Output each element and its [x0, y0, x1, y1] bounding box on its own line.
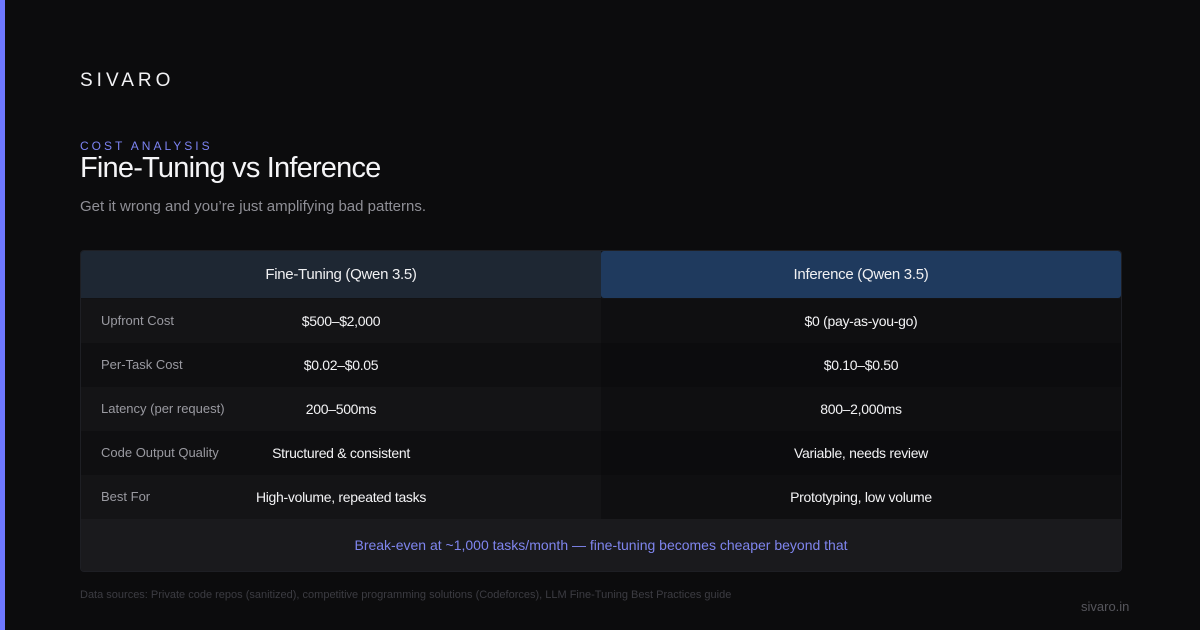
table-row: Per-Task Cost $0.02–$0.05 $0.10–$0.50: [81, 343, 1121, 387]
fine-tuning-value: $500–$2,000: [301, 313, 381, 329]
table-row: Code Output Quality Structured & consist…: [81, 431, 1121, 475]
table-body: Upfront Cost $500–$2,000 $0 (pay-as-you-…: [81, 299, 1121, 519]
page-title: Fine-Tuning vs Inference: [80, 152, 381, 184]
column-header-inference: Inference (Qwen 3.5): [601, 251, 1121, 298]
row-label: Per-Task Cost: [101, 357, 183, 372]
table-row: Latency (per request) 200–500ms 800–2,00…: [81, 387, 1121, 431]
row-label: Best For: [101, 489, 151, 504]
inference-value: 800–2,000ms: [820, 401, 902, 417]
brand-logo: SIVARO: [80, 70, 175, 91]
table-row: Upfront Cost $500–$2,000 $0 (pay-as-you-…: [81, 299, 1121, 343]
table-row: Best For High-volume, repeated tasks Pro…: [81, 475, 1121, 519]
page-subtitle: Get it wrong and you’re just amplifying …: [80, 198, 427, 215]
column-header-fine-tuning: Fine-Tuning (Qwen 3.5): [81, 251, 601, 298]
accent-bar: [0, 0, 5, 630]
inference-value: Variable, needs review: [794, 445, 928, 461]
fine-tuning-value: 200–500ms: [305, 401, 377, 417]
row-label: Code Output Quality: [101, 445, 219, 460]
row-label: Latency (per request): [101, 401, 225, 416]
data-sources-footnote: Data sources: Private code repos (saniti…: [80, 589, 732, 601]
inference-value: $0 (pay-as-you-go): [804, 313, 918, 329]
site-url: sivaro.in: [1081, 599, 1130, 614]
inference-value: Prototyping, low volume: [790, 489, 932, 505]
comparison-table: Fine-Tuning (Qwen 3.5) Inference (Qwen 3…: [80, 250, 1122, 572]
fine-tuning-value: $0.02–$0.05: [303, 357, 379, 373]
inference-value: $0.10–$0.50: [823, 357, 899, 373]
break-even-note: Break-even at ~1,000 tasks/month — fine-…: [81, 519, 1121, 571]
fine-tuning-value: Structured & consistent: [272, 445, 410, 461]
row-label: Upfront Cost: [101, 313, 174, 328]
section-eyebrow: COST ANALYSIS: [80, 139, 213, 153]
fine-tuning-value: High-volume, repeated tasks: [255, 489, 427, 505]
